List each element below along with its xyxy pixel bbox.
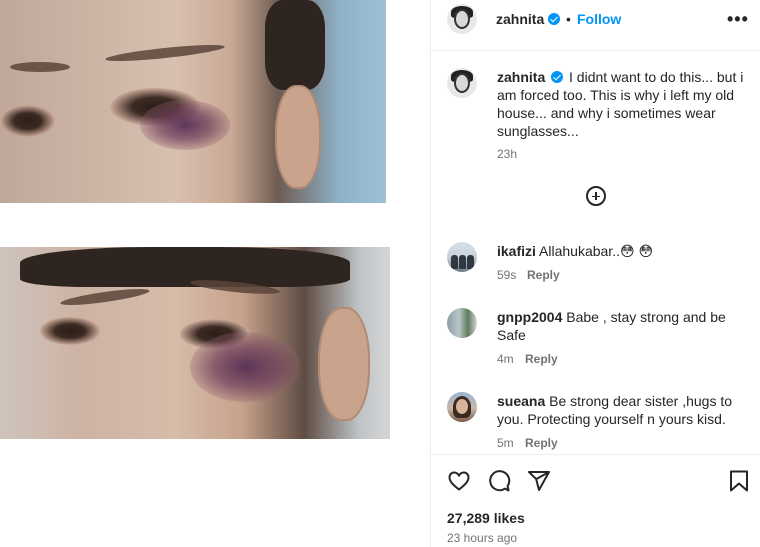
avatar-face-shape (456, 399, 468, 414)
post-side-panel: zahnita • Follow ••• zahnita I didnt wan… (430, 0, 760, 547)
post-action-bar (431, 454, 760, 507)
avatar-figure-shape (467, 255, 474, 269)
share-icon[interactable] (527, 469, 551, 493)
comment-avatar[interactable] (447, 392, 477, 422)
post-date[interactable]: 23 hours ago (447, 531, 517, 545)
eyebrow-shape (10, 62, 70, 72)
ear-shape (318, 307, 370, 421)
avatar-figure-shape (451, 255, 458, 269)
post-caption: zahnita I didnt want to do this... but i… (497, 68, 747, 140)
post-photo-top (0, 0, 386, 203)
comment-reply-button[interactable]: Reply (527, 268, 560, 282)
load-more-comments-icon[interactable] (586, 186, 606, 206)
caption-author-avatar[interactable] (447, 68, 477, 98)
avatar-figure-shape (459, 255, 466, 269)
comment-timestamp[interactable]: 5m (497, 436, 514, 450)
comment-item: ikafizi Allahukabar..😳 😳 (497, 242, 747, 260)
comment-item: gnpp2004 Babe , stay strong and be Safe (497, 308, 747, 344)
eyebrow-shape (104, 41, 226, 65)
comment-username[interactable]: ikafizi (497, 243, 536, 259)
comment-username[interactable]: sueana (497, 393, 545, 409)
comment-username[interactable]: gnpp2004 (497, 309, 562, 325)
eye-shape (0, 105, 55, 137)
comment-reply-button[interactable]: Reply (525, 436, 558, 450)
comment-avatar[interactable] (447, 308, 477, 338)
avatar-face-shape (454, 73, 470, 93)
post-photo-bottom (0, 247, 390, 439)
comment-timestamp[interactable]: 59s (497, 268, 516, 282)
avatar-face-shape (454, 9, 470, 29)
post-header: zahnita • Follow ••• (431, 0, 760, 51)
hair-shape (265, 0, 325, 90)
author-username[interactable]: zahnita (496, 11, 544, 27)
verified-badge-icon (551, 71, 564, 83)
caption-timestamp[interactable]: 23h (497, 147, 517, 161)
follow-button[interactable]: Follow (577, 11, 621, 27)
hair-shape (20, 247, 350, 287)
bruise-shape (140, 100, 230, 150)
likes-count[interactable]: 27,289 likes (447, 510, 525, 526)
comment-timestamp[interactable]: 4m (497, 352, 514, 366)
comment-text: Allahukabar..😳 😳 (539, 243, 654, 259)
post-media[interactable] (0, 0, 430, 547)
bookmark-icon[interactable] (728, 469, 750, 493)
comment-icon[interactable] (487, 469, 511, 493)
heart-icon[interactable] (447, 469, 471, 493)
bruise-shape (190, 332, 300, 402)
comment-item: sueana Be strong dear sister ,hugs to yo… (497, 392, 747, 428)
comment-avatar[interactable] (447, 242, 477, 272)
header-separator: • (566, 11, 571, 27)
verified-badge-icon (548, 13, 560, 25)
eye-shape (40, 317, 100, 345)
eyebrow-shape (59, 285, 151, 309)
ear-shape (275, 85, 321, 189)
author-avatar[interactable] (447, 4, 477, 34)
comment-reply-button[interactable]: Reply (525, 352, 558, 366)
caption-username[interactable]: zahnita (497, 69, 545, 85)
more-options-icon[interactable]: ••• (727, 9, 749, 30)
